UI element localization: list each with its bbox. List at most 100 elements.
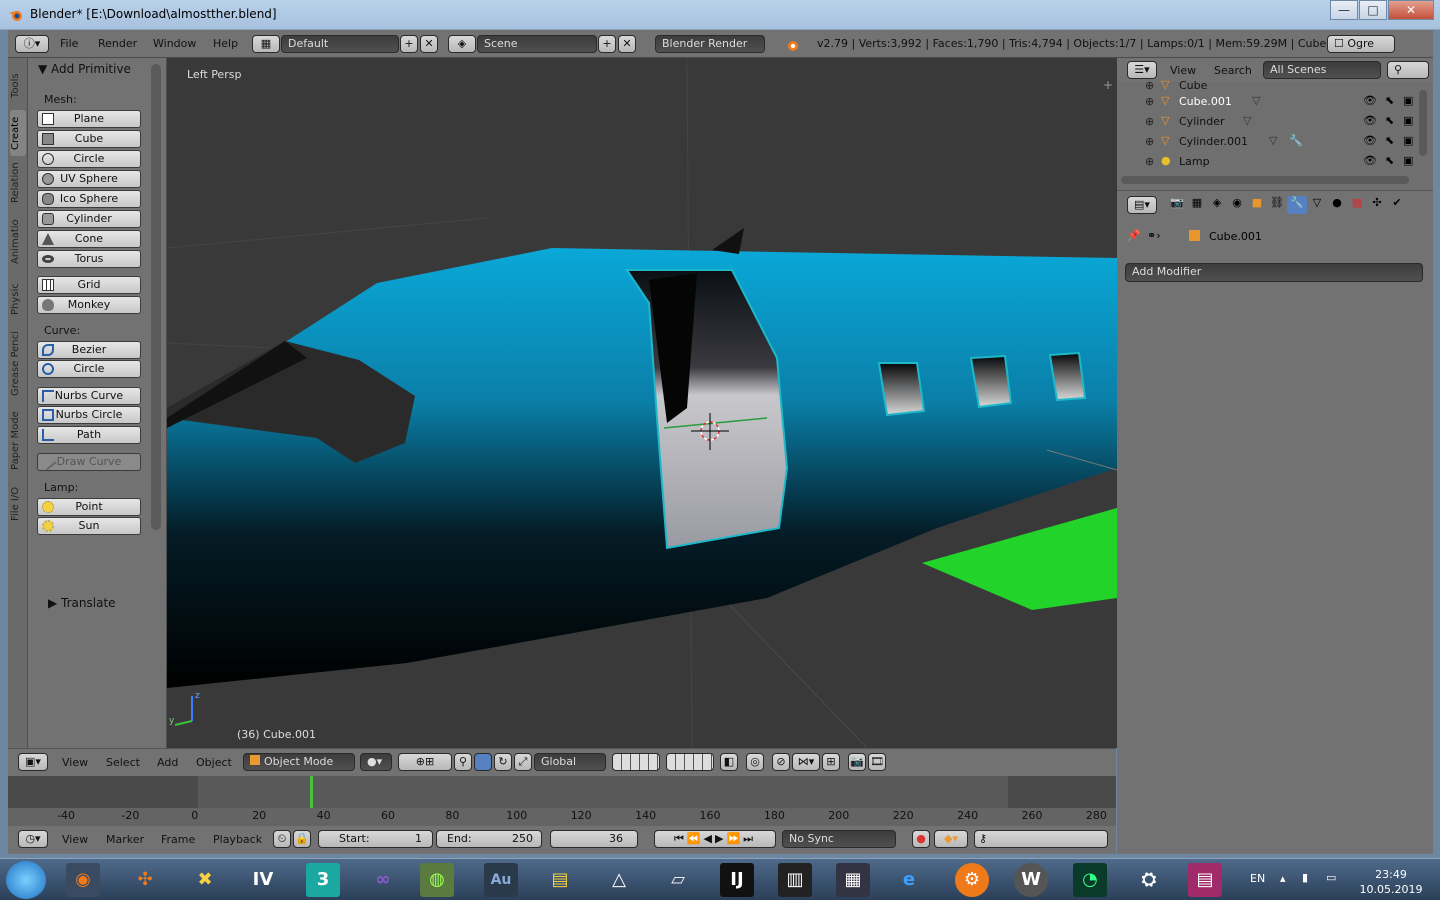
tl-menu-frame[interactable]: Frame	[161, 833, 195, 846]
expand-icon[interactable]: ⊕	[1145, 135, 1154, 148]
camera-icon[interactable]: ▣	[1403, 114, 1413, 127]
playback-controls[interactable]: ⏮⏪◀▶⏩⏭	[654, 830, 776, 848]
tab-relation[interactable]: Relation	[10, 158, 26, 208]
timeline[interactable]: -40 -20 0 20 40 60 80 100 120 140 160 180 200 220 240 2…	[8, 776, 1116, 826]
visual-studio-icon[interactable]: ∞	[366, 863, 400, 897]
snap-toggle-icon[interactable]: ⊘	[772, 753, 790, 771]
tab-grease-pencil[interactable]: Grease Penci	[10, 326, 26, 402]
snap-target-icon[interactable]: ⊞	[822, 753, 840, 771]
pin-icon[interactable]: 📌	[1127, 229, 1141, 242]
translate-manipulator-icon[interactable]	[474, 753, 492, 771]
keyboard-icon[interactable]: ▦	[836, 863, 870, 897]
world-tab-icon[interactable]: ◉	[1227, 196, 1247, 214]
add-nurbs-circle-button[interactable]: Nurbs Circle	[37, 406, 141, 424]
material-tab-icon[interactable]: ●	[1327, 196, 1347, 214]
menu-add[interactable]: Add	[157, 756, 178, 769]
triangle-app-icon[interactable]: △	[602, 863, 636, 897]
menu-view[interactable]: View	[62, 756, 88, 769]
menu-window[interactable]: Window	[153, 37, 196, 50]
current-frame-field[interactable]: 36	[550, 830, 638, 848]
outliner-h-scrollbar[interactable]	[1121, 176, 1409, 184]
constraints-tab-icon[interactable]: ⛓	[1267, 196, 1287, 214]
menu-help[interactable]: Help	[213, 37, 238, 50]
iv-icon[interactable]: IV	[246, 863, 280, 897]
view3d-editor-type-button[interactable]: ▣▾	[18, 753, 48, 771]
eye-icon[interactable]: 👁	[1363, 94, 1377, 107]
tab-create[interactable]: Create	[10, 110, 26, 156]
render-engine-dropdown[interactable]: Blender Render	[655, 35, 765, 53]
expand-icon[interactable]: ⊕	[1145, 95, 1154, 108]
timeline-ruler[interactable]: -40 -20 0 20 40 60 80 100 120 140 160 180 200 220 240 2…	[8, 808, 1116, 826]
pivot-dropdown[interactable]: ⊕⊞	[398, 753, 452, 771]
tl-menu-view[interactable]: View	[62, 833, 88, 846]
end-frame-field[interactable]: End: 250	[436, 830, 542, 848]
outliner-row-name[interactable]: Cube.001	[1179, 95, 1232, 108]
tab-paper-mode[interactable]: Paper Mode	[10, 408, 26, 474]
minimize-button[interactable]: —	[1330, 0, 1358, 20]
proportional-edit-icon[interactable]: ◎	[746, 753, 764, 771]
add-monkey-button[interactable]: Monkey	[37, 296, 141, 314]
menu-render[interactable]: Render	[98, 37, 137, 50]
lock-layers-icon[interactable]: ◧	[720, 753, 738, 771]
physics-tab-icon[interactable]: ✔	[1387, 196, 1407, 214]
tray-language[interactable]: EN	[1250, 872, 1265, 885]
intellij-icon[interactable]: IJ	[720, 863, 754, 897]
keying-set-icon[interactable]: ◆▾	[934, 830, 968, 848]
tab-animation[interactable]: Animatio	[10, 214, 26, 270]
app-orange-icon[interactable]: ✣	[128, 863, 162, 897]
scale-manipulator-icon[interactable]: ⤢	[514, 753, 532, 771]
add-primitive-header[interactable]: ▼ Add Primitive	[38, 62, 131, 76]
layout-icon[interactable]: ▦	[252, 35, 280, 53]
menu-select[interactable]: Select	[106, 756, 140, 769]
translate-panel-header[interactable]: ▶ Translate	[48, 596, 116, 610]
add-plane-button[interactable]: Plane	[37, 110, 141, 128]
tab-physics[interactable]: Physic	[10, 278, 26, 320]
object-tab-icon[interactable]: ■	[1247, 196, 1267, 214]
viewport-plus-icon[interactable]: +	[1103, 78, 1113, 92]
xcross-icon[interactable]: ✖	[188, 863, 222, 897]
tab-tools[interactable]: Tools	[10, 64, 26, 108]
lock-range-icon[interactable]: 🔒	[293, 830, 311, 848]
explorer-icon[interactable]: ▤	[543, 863, 577, 897]
layers-grid-2[interactable]	[666, 753, 714, 771]
scene-field[interactable]: Scene	[477, 35, 597, 53]
add-curve-circle-button[interactable]: Circle	[37, 360, 141, 378]
remove-layout-icon[interactable]: ✕	[420, 35, 438, 53]
keying-set-field[interactable]: ⚷	[974, 830, 1108, 848]
sync-dropdown[interactable]: No Sync	[782, 830, 896, 848]
tl-menu-marker[interactable]: Marker	[106, 833, 144, 846]
eye-icon[interactable]: 👁	[1363, 154, 1377, 167]
particles-tab-icon[interactable]: ✣	[1367, 196, 1387, 214]
layers-grid-1[interactable]	[612, 753, 660, 771]
menu-object[interactable]: Object	[196, 756, 232, 769]
close-button[interactable]: ✕	[1388, 0, 1434, 20]
steam-icon[interactable]: ⛭	[1132, 863, 1166, 897]
winrar-icon[interactable]: ▤	[1188, 863, 1222, 897]
add-modifier-dropdown[interactable]: Add Modifier	[1125, 263, 1423, 282]
remove-scene-icon[interactable]: ✕	[618, 35, 636, 53]
manipulator-toggle[interactable]: ⚲	[454, 753, 472, 771]
timeline-playhead[interactable]	[309, 776, 313, 808]
scene-icon[interactable]: ◈	[448, 35, 476, 53]
tl-menu-playback[interactable]: Playback	[213, 833, 262, 846]
add-cube-button[interactable]: Cube	[37, 130, 141, 148]
add-uv-sphere-button[interactable]: UV Sphere	[37, 170, 141, 188]
camera-icon[interactable]: ▣	[1403, 154, 1413, 167]
tray-monitor-icon[interactable]: ▭	[1326, 871, 1336, 884]
synth-icon[interactable]: ▥	[778, 863, 812, 897]
texture-tab-icon[interactable]: ▩	[1347, 196, 1367, 214]
modifiers-tab-icon[interactable]: 🔧	[1287, 196, 1307, 214]
speedometer-icon[interactable]: ◔	[1073, 863, 1107, 897]
add-torus-button[interactable]: Torus	[37, 250, 141, 268]
start-frame-field[interactable]: Start: 1	[318, 830, 433, 848]
audition-icon[interactable]: Au	[484, 863, 518, 897]
outliner-row-name[interactable]: Cylinder.001	[1179, 135, 1248, 148]
render-layers-tab-icon[interactable]: ▦	[1187, 196, 1207, 214]
internet-explorer-icon[interactable]: e	[892, 863, 926, 897]
outliner-v-scrollbar[interactable]	[1419, 90, 1427, 156]
expand-icon[interactable]: ⊕	[1145, 155, 1154, 168]
orientation-dropdown[interactable]: Global	[534, 753, 606, 771]
preview-range-icon[interactable]: ⏲	[273, 830, 291, 848]
ubuntu-gear-icon[interactable]: ⚙	[955, 863, 989, 897]
blender-taskbar-icon[interactable]: ◉	[66, 863, 100, 897]
